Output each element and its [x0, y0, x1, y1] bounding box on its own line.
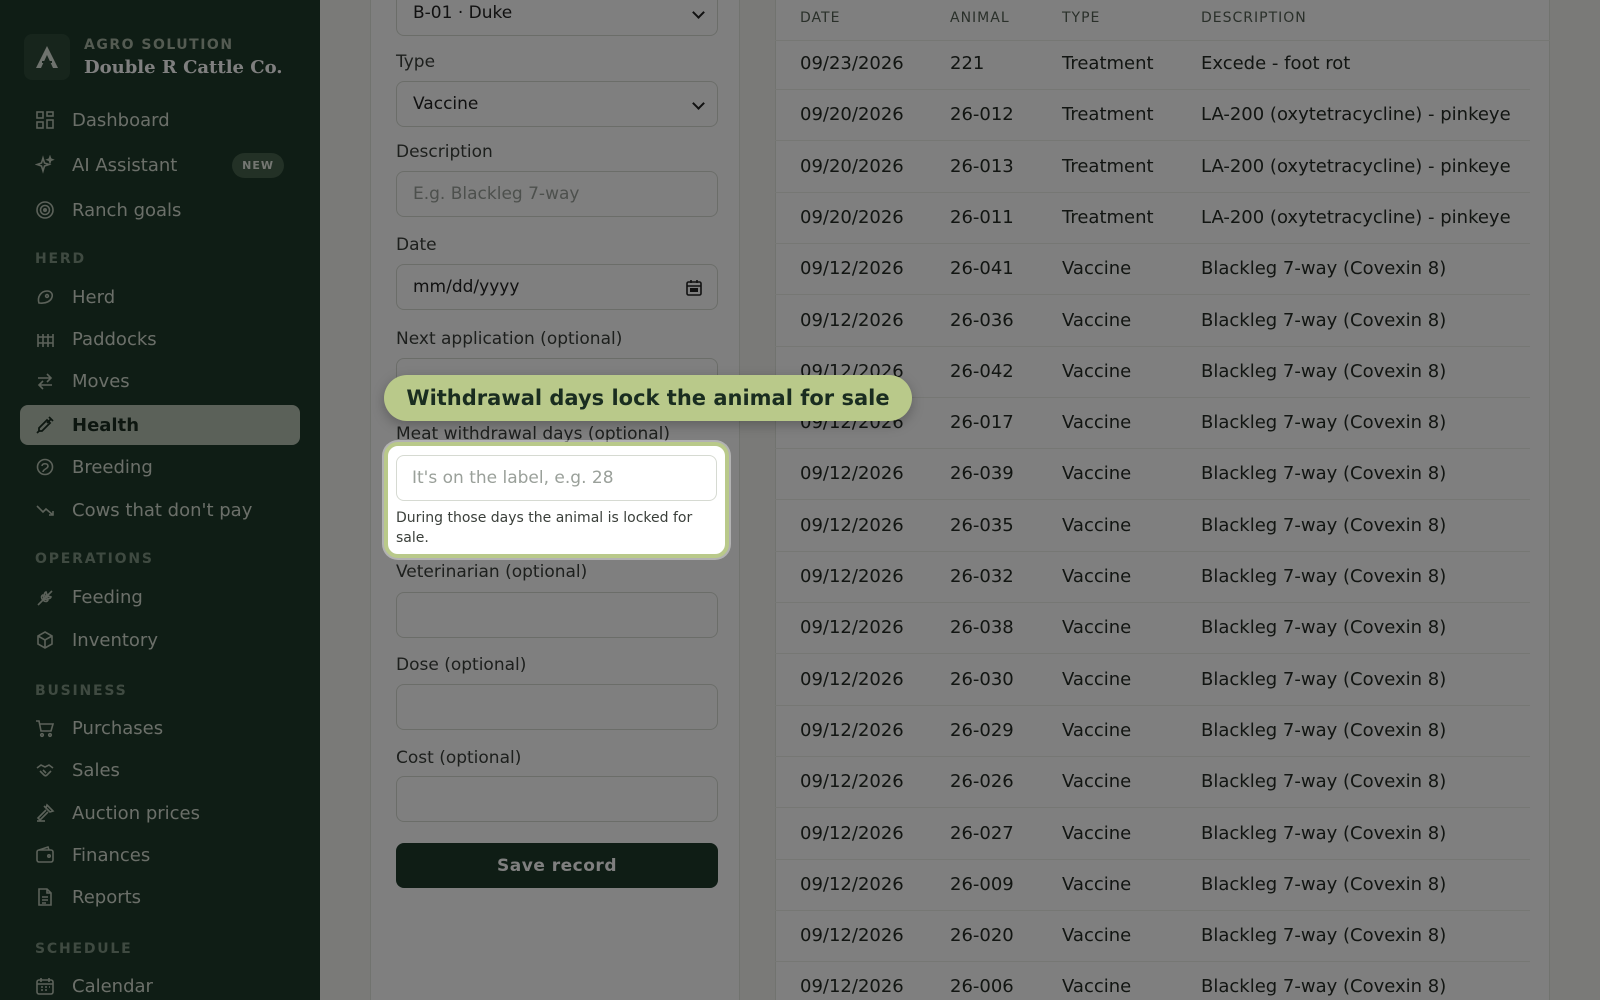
withdrawal-days-input[interactable]: It's on the label, e.g. 28: [396, 455, 717, 501]
withdrawal-days-help-text: During those days the animal is locked f…: [396, 510, 693, 546]
withdrawal-days-placeholder: It's on the label, e.g. 28: [412, 468, 614, 488]
withdrawal-days-spotlight: It's on the label, e.g. 28 During those …: [384, 442, 729, 558]
tour-overlay[interactable]: [0, 0, 1600, 1000]
tour-tooltip: Withdrawal days lock the animal for sale: [384, 375, 912, 421]
